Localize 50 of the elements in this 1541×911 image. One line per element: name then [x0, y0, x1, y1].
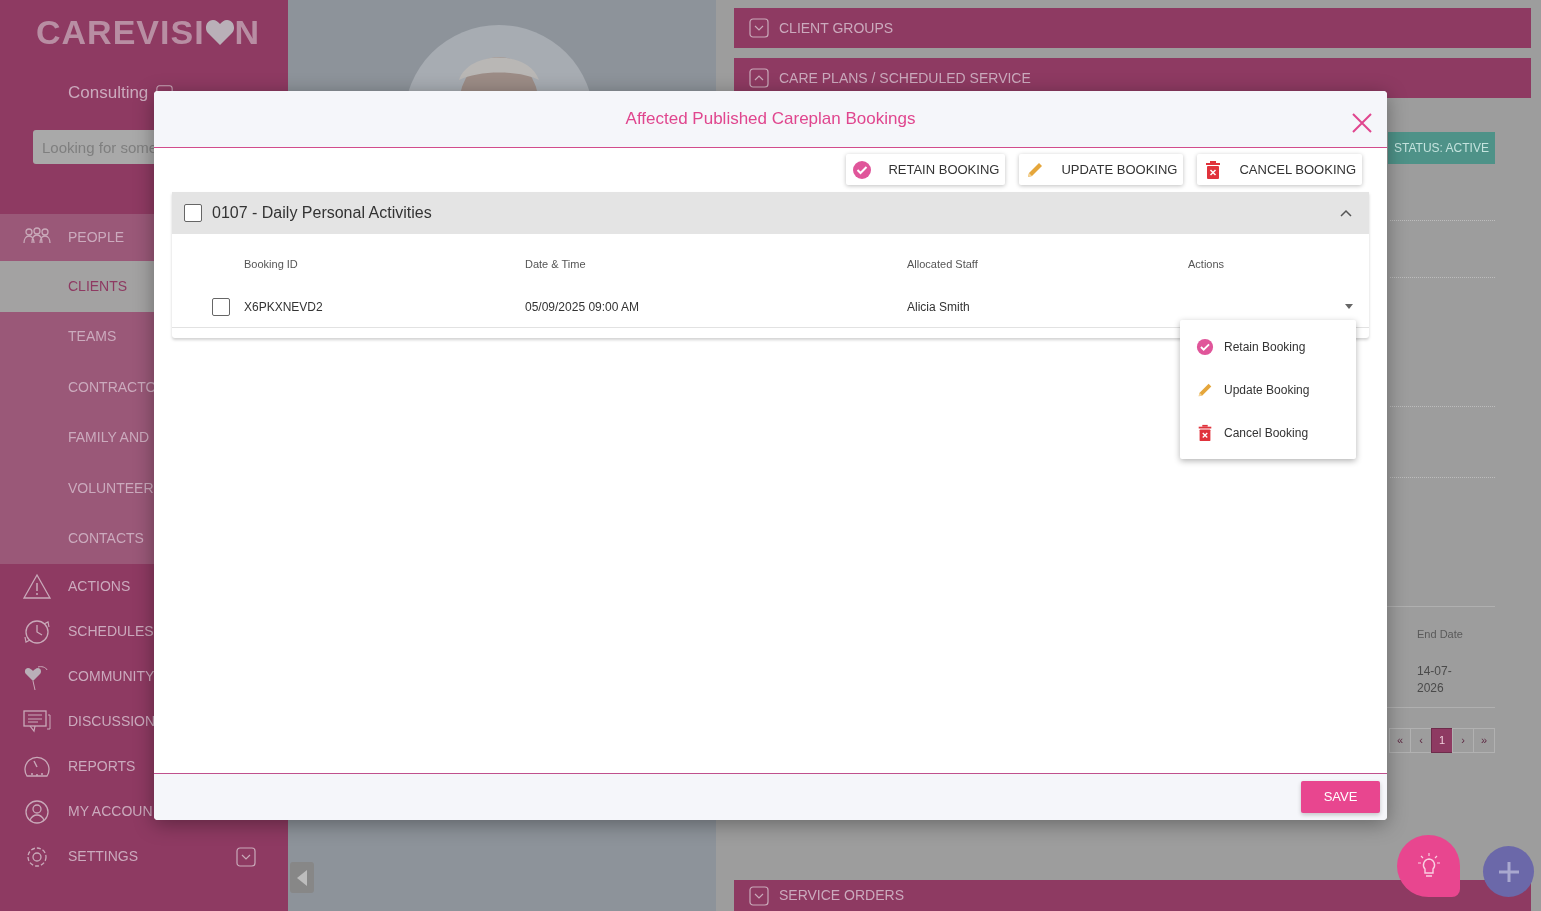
- group-header[interactable]: 0107 - Daily Personal Activities: [172, 192, 1369, 234]
- add-button[interactable]: [1483, 846, 1534, 897]
- menu-item[interactable]: Retain Booking: [1180, 325, 1356, 368]
- organisation-name: Consulting: [68, 82, 149, 105]
- close-icon: [1351, 111, 1373, 134]
- sidebar-item[interactable]: MY ACCOUN: [68, 801, 153, 822]
- sidebar-item[interactable]: REPORTS: [68, 756, 136, 777]
- close-button[interactable]: [1351, 110, 1373, 132]
- table-cell: 05/09/2025 09:00 AM: [525, 299, 640, 314]
- collapse-button[interactable]: [290, 862, 314, 893]
- plus-icon: [1496, 859, 1521, 884]
- page-button[interactable]: »: [1473, 727, 1495, 753]
- page-button[interactable]: «: [1389, 727, 1411, 753]
- lightbulb-icon: [1416, 852, 1441, 880]
- sidebar-item[interactable]: SCHEDULES: [68, 621, 154, 642]
- table-cell: Alicia Smith: [907, 299, 970, 314]
- column-header: Actions: [1188, 256, 1225, 272]
- check-circle-icon: [852, 159, 873, 180]
- column-header: Allocated Staff: [907, 257, 978, 270]
- section-title[interactable]: SERVICE ORDERS: [779, 885, 904, 906]
- menu-item[interactable]: Update Booking: [1180, 368, 1356, 411]
- sidebar-item[interactable]: SETTINGS: [68, 846, 138, 867]
- page-button[interactable]: 1: [1431, 727, 1453, 753]
- checkbox[interactable]: [184, 204, 202, 222]
- triangle-left-icon: [296, 868, 308, 887]
- checkbox[interactable]: [212, 297, 230, 316]
- check-circle-icon: [1196, 337, 1214, 356]
- trash-icon: [1196, 423, 1214, 442]
- toolbar-button[interactable]: UPDATE BOOKING: [1019, 154, 1184, 185]
- column-header: End Date: [1416, 627, 1464, 642]
- status-button[interactable]: STATUS: ACTIVE: [1388, 132, 1495, 164]
- page-button[interactable]: ‹: [1410, 727, 1432, 753]
- section-title[interactable]: CARE PLANS / SCHEDULED SERVICE: [779, 67, 1031, 89]
- sidebar-item[interactable]: COMMUNITY: [68, 666, 155, 687]
- sidebar-item[interactable]: ACTIONS: [68, 576, 131, 597]
- save-button[interactable]: SAVE: [1301, 781, 1380, 813]
- toolbar-button[interactable]: RETAIN BOOKING: [846, 154, 1006, 185]
- toolbar-button[interactable]: CANCEL BOOKING: [1197, 154, 1362, 185]
- column-header: Date & Time: [525, 257, 586, 270]
- heart-icon: [204, 18, 235, 46]
- page-button[interactable]: ›: [1452, 727, 1474, 753]
- sidebar-item[interactable]: DISCUSSION: [68, 711, 156, 732]
- logo-text: CAREVISI: [36, 11, 205, 53]
- menu-item[interactable]: Cancel Booking: [1180, 411, 1356, 454]
- section-title[interactable]: CLIENT GROUPS: [779, 17, 894, 39]
- group-title: 0107 - Daily Personal Activities: [212, 203, 432, 223]
- sidebar-item[interactable]: PEOPLE: [68, 227, 125, 248]
- logo-text: N: [234, 11, 261, 53]
- dialog-title: Affected Published Careplan Bookings: [625, 108, 916, 131]
- caret-down-icon: [1345, 304, 1353, 309]
